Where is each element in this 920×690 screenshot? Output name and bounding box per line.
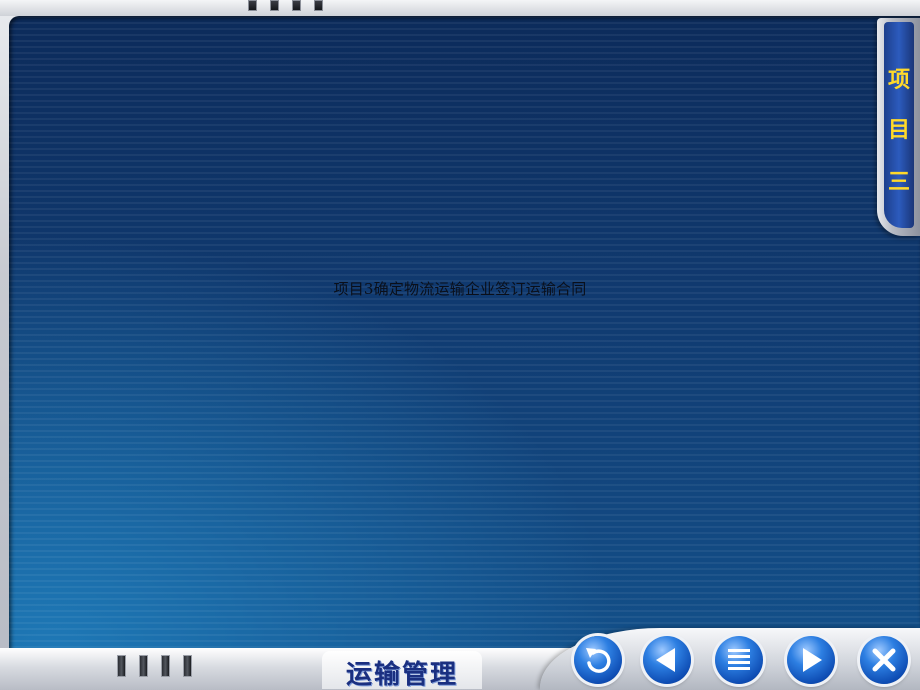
previous-button[interactable] — [643, 636, 691, 684]
chapter-side-tab: 项 目 三 — [877, 18, 920, 236]
chapter-side-tab-panel: 项 目 三 — [884, 22, 914, 228]
bottom-mark — [139, 655, 148, 677]
course-title: 运输管理 — [345, 660, 458, 690]
slide-main-text: 项目3确定物流运输企业签订运输合同 — [333, 280, 587, 298]
menu-button[interactable] — [715, 636, 763, 684]
side-tab-char-3: 三 — [887, 169, 910, 195]
top-mark — [314, 0, 323, 11]
next-button[interactable] — [787, 636, 835, 684]
top-mark — [248, 0, 257, 11]
bottom-mark — [117, 655, 126, 677]
bottom-mark — [183, 655, 192, 677]
top-decor-marks — [248, 0, 323, 11]
previous-arrow-icon — [656, 648, 675, 672]
top-chrome-bar — [0, 0, 920, 16]
slide-content-area — [9, 16, 920, 652]
top-mark — [270, 0, 279, 11]
menu-list-icon — [728, 649, 750, 670]
side-tab-char-1: 项 — [887, 67, 910, 93]
return-button[interactable] — [574, 636, 622, 684]
bottom-decor-marks — [117, 655, 192, 677]
return-icon — [586, 648, 611, 673]
close-button[interactable] — [860, 636, 908, 684]
top-mark — [292, 0, 301, 11]
side-tab-char-2: 目 — [887, 117, 910, 143]
next-arrow-icon — [803, 648, 822, 672]
slide-frame: 项目3确定物流运输企业签订运输合同 项 目 三 运输管理 — [0, 0, 920, 690]
close-icon — [872, 648, 896, 672]
bottom-mark — [161, 655, 170, 677]
